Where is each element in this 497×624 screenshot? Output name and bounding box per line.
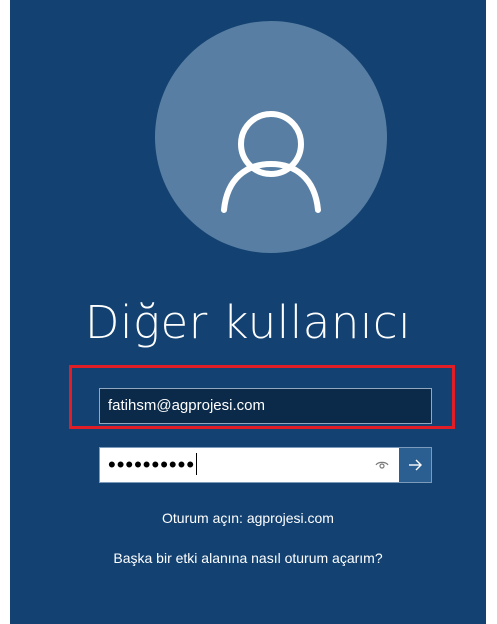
password-field[interactable]: •••••••••• — [100, 448, 373, 482]
password-box: •••••••••• — [99, 447, 432, 483]
username-field[interactable]: fatihsm@agprojesi.com — [99, 388, 432, 424]
reveal-password-button[interactable] — [365, 448, 399, 482]
login-screen: Diğer kullanıcı fatihsm@agprojesi.com ••… — [10, 0, 486, 624]
user-icon — [221, 111, 321, 213]
password-masked-value: •••••••••• — [108, 452, 196, 477]
signin-domain-text: Oturum açın: agprojesi.com — [162, 510, 334, 526]
eye-icon — [375, 461, 389, 469]
other-domain-link[interactable]: Başka bir etki alanına nasıl oturum açar… — [10, 550, 486, 566]
user-display-name: Diğer kullanıcı — [84, 296, 412, 349]
submit-button[interactable] — [399, 448, 431, 482]
text-caret — [196, 453, 198, 476]
arrow-right-icon — [409, 459, 422, 471]
user-avatar — [155, 21, 387, 253]
